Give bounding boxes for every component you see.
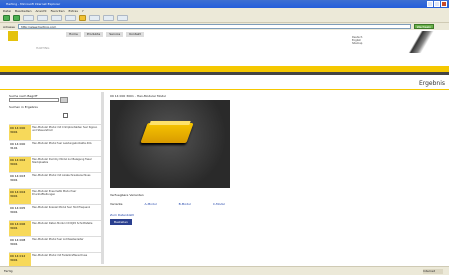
result-desc: Han-Modular Daten Modul mit RJ45 Schnitt…: [32, 222, 93, 225]
search-toolbar-button[interactable]: [65, 15, 76, 21]
result-code[interactable]: 09 14 003 3001: [9, 173, 31, 188]
result-desc: Han-Modular Koaxial Modul fuer Hochfrequ…: [32, 206, 91, 209]
result-desc: Han-Modular Dummy Modul zur Belegung fre…: [32, 158, 92, 164]
order-button[interactable]: Bestellen: [110, 219, 132, 225]
forward-button[interactable]: [13, 15, 20, 21]
search-checkbox[interactable]: [63, 113, 68, 118]
menu-item[interactable]: Datei: [3, 9, 11, 13]
go-button[interactable]: Wechseln zu: [413, 24, 434, 33]
list-item[interactable]: 09 14 005 3001 Han-Modular Koaxial Modul …: [9, 204, 101, 220]
result-desc: Han-Modular Modul fuer Leistungskontakte…: [32, 142, 92, 145]
status-text: Fertig: [4, 269, 13, 273]
favorites-icon[interactable]: [79, 15, 86, 21]
result-code[interactable]: 09 14 006 3001: [9, 221, 31, 236]
window-title: Harting - Microsoft Internet Explorer: [6, 2, 61, 6]
list-item[interactable]: 09 14 004 3001 Han-Modular Pneumatik Modu…: [9, 188, 101, 204]
sitemap-link[interactable]: Sitemap: [352, 42, 362, 45]
menu-item[interactable]: Ansicht: [36, 9, 47, 13]
menu-item[interactable]: ?: [82, 9, 84, 13]
connector-highlight: [149, 121, 191, 125]
result-desc: Han-Modular Modul mit Axialschraubanschl…: [32, 174, 91, 177]
results-list: 09 14 000 3001 Han-Modular Modul mit Crim…: [9, 124, 101, 268]
company-logo[interactable]: [8, 31, 30, 43]
maximize-button[interactable]: [434, 1, 440, 7]
refresh-button[interactable]: [37, 15, 48, 21]
security-zone: Internet: [423, 269, 443, 274]
minimize-button[interactable]: [427, 1, 433, 7]
menu-item[interactable]: Bearbeiten: [15, 9, 31, 13]
list-item[interactable]: 09 14 006 3001 Han-Modular Daten Modul mi…: [9, 220, 101, 236]
print-button[interactable]: [117, 15, 128, 21]
search-sub-label: Suchen in Ergebnis: [9, 105, 38, 109]
nav-home[interactable]: Home: [66, 32, 81, 37]
result-code[interactable]: 09 14 004 3001: [9, 189, 31, 204]
browser-toolbar: [0, 14, 449, 23]
nav-contact[interactable]: Kontakt: [126, 32, 144, 37]
menu-item[interactable]: Favoriten: [51, 9, 65, 13]
variant-option[interactable]: A-Modul: [145, 202, 157, 206]
list-item[interactable]: 09 14 000 3001 Han-Modular Modul mit Crim…: [9, 124, 101, 140]
variants-label: Verfuegbare Varianten: [110, 193, 144, 197]
result-desc: Han-Modular Modul mit Crimpkontakten fue…: [32, 126, 98, 132]
connector-render: [140, 123, 194, 143]
header-links: Deutsch English Sitemap: [352, 36, 362, 45]
variant-options: Variante A-Modul B-Modul C-Modul: [110, 202, 225, 206]
address-label: Adresse: [3, 24, 15, 29]
stop-button[interactable]: [23, 15, 34, 21]
list-item[interactable]: 09 14 000 3101 Han-Modular Modul fuer Lei…: [9, 140, 101, 156]
nav-products[interactable]: Produkte: [83, 32, 104, 37]
variant-label: Variante: [110, 202, 123, 206]
product-title: 09 14 000 3001 - Han-Modular Modul: [110, 94, 167, 98]
menu-item[interactable]: Extras: [68, 9, 77, 13]
close-button[interactable]: [441, 1, 447, 7]
results-scrollbar[interactable]: [101, 92, 104, 264]
result-desc: Han-Modular Pneumatik Modul fuer Drucklu…: [32, 190, 77, 196]
result-code[interactable]: 09 14 008 3001: [9, 237, 31, 252]
list-item[interactable]: 09 14 003 3001 Han-Modular Modul mit Axia…: [9, 172, 101, 188]
address-input[interactable]: http://www.harting.com: [17, 24, 411, 29]
section-title: Ergebnis: [418, 80, 445, 87]
history-button[interactable]: [89, 15, 100, 21]
company-name: HARTING: [36, 46, 50, 50]
search-button[interactable]: [60, 97, 68, 103]
result-code[interactable]: 09 14 002 3001: [9, 157, 31, 172]
variant-option[interactable]: B-Modul: [179, 202, 191, 206]
list-item[interactable]: 09 14 008 3001 Han-Modular Modul fuer Lic…: [9, 236, 101, 252]
variant-option[interactable]: C-Modul: [213, 202, 225, 206]
back-button[interactable]: [3, 15, 10, 21]
search-input[interactable]: [9, 98, 59, 102]
status-bar: Fertig Internet: [0, 266, 449, 275]
result-desc: Han-Modular Modul fuer Lichtwellenleiter: [32, 238, 84, 241]
product-image: [110, 100, 230, 188]
address-bar: Adresse http://www.harting.com Wechseln …: [0, 23, 449, 33]
mail-button[interactable]: [103, 15, 114, 21]
nav-service[interactable]: Service: [106, 32, 124, 37]
header-photo: [404, 31, 434, 53]
section-bar: [0, 75, 449, 90]
datasheet-link[interactable]: Zum Datenblatt: [110, 213, 134, 217]
top-navigation: Home Produkte Service Kontakt: [66, 32, 144, 37]
list-item[interactable]: 09 14 002 3001 Han-Modular Dummy Modul zu…: [9, 156, 101, 172]
home-button[interactable]: [51, 15, 62, 21]
result-code[interactable]: 09 14 000 3101: [9, 141, 31, 156]
result-code[interactable]: 09 14 005 3001: [9, 205, 31, 220]
result-code[interactable]: 09 14 000 3001: [9, 125, 31, 140]
window-titlebar: Harting - Microsoft Internet Explorer: [0, 0, 449, 8]
